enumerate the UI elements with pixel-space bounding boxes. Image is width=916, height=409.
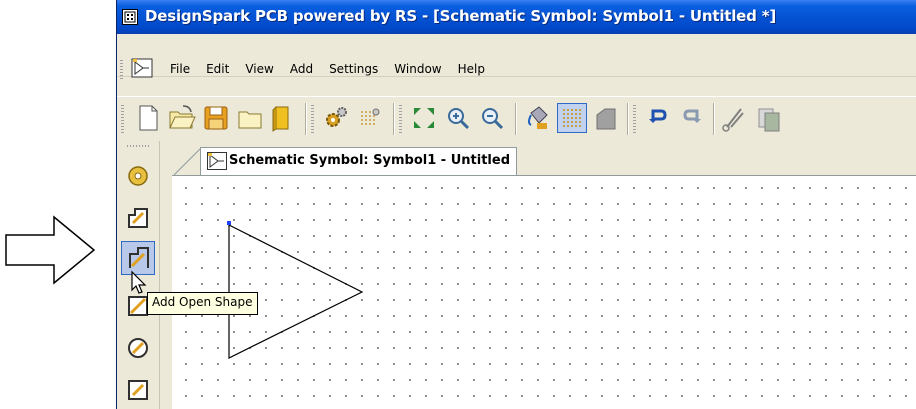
mouse-cursor-icon bbox=[131, 270, 147, 294]
tab-edge bbox=[174, 148, 201, 175]
menu-window[interactable]: Window bbox=[394, 62, 441, 76]
add-pin-icon[interactable] bbox=[125, 163, 151, 189]
library-icon[interactable] bbox=[267, 103, 297, 133]
undo-icon[interactable] bbox=[643, 103, 673, 133]
pcb-app-icon bbox=[122, 9, 138, 25]
menu-add[interactable]: Add bbox=[290, 62, 313, 76]
drawing-canvas[interactable] bbox=[172, 175, 916, 409]
menu-bar: File Edit View Add Settings Window Help bbox=[117, 34, 916, 80]
pointer-arrow-icon bbox=[5, 215, 96, 285]
toolbar-separator-4 bbox=[627, 103, 628, 135]
add-rectangle-icon[interactable] bbox=[125, 377, 151, 403]
window-title: DesignSpark PCB powered by RS - [Schemat… bbox=[145, 7, 777, 25]
schematic-tab-icon bbox=[207, 152, 227, 170]
toolbar-separator bbox=[305, 103, 306, 135]
toolbar-separator-3 bbox=[515, 103, 516, 135]
layer-icon[interactable] bbox=[591, 103, 621, 133]
redo-icon[interactable] bbox=[677, 103, 707, 133]
title-bar[interactable]: DesignSpark PCB powered by RS - [Schemat… bbox=[117, 0, 916, 34]
menu-items: File Edit View Add Settings Window Help bbox=[170, 62, 501, 76]
tab-schematic-symbol[interactable]: Schematic Symbol: Symbol1 - Untitled bbox=[200, 147, 518, 175]
add-closed-shape-icon[interactable] bbox=[125, 205, 151, 231]
document-tabs: Schematic Symbol: Symbol1 - Untitled bbox=[160, 141, 916, 175]
toolbar-separator-2 bbox=[393, 103, 394, 135]
open-folder-icon[interactable] bbox=[167, 103, 197, 133]
triangle-shape[interactable] bbox=[172, 176, 916, 409]
copy-icon[interactable] bbox=[753, 103, 783, 133]
settings-gears-icon[interactable] bbox=[321, 103, 351, 133]
save-icon[interactable] bbox=[201, 103, 231, 133]
menu-edit[interactable]: Edit bbox=[206, 62, 229, 76]
tab-label: Schematic Symbol: Symbol1 - Untitled bbox=[229, 153, 511, 168]
grid-settings-icon[interactable] bbox=[355, 103, 385, 133]
menu-view[interactable]: View bbox=[245, 62, 273, 76]
grid-toggle-button[interactable] bbox=[557, 103, 587, 133]
zoom-out-icon[interactable] bbox=[477, 103, 507, 133]
menu-file[interactable]: File bbox=[170, 62, 190, 76]
add-circle-icon[interactable] bbox=[125, 335, 151, 361]
app-window: DesignSpark PCB powered by RS - [Schemat… bbox=[116, 0, 916, 409]
toolbar-grip-3[interactable] bbox=[399, 105, 402, 133]
menu-settings[interactable]: Settings bbox=[329, 62, 378, 76]
shape-start-handle[interactable] bbox=[227, 221, 231, 225]
toolbar-grip-4[interactable] bbox=[633, 105, 636, 133]
zoom-fit-icon[interactable] bbox=[409, 103, 439, 133]
schematic-document-icon[interactable] bbox=[131, 58, 153, 78]
fill-bucket-icon[interactable] bbox=[523, 103, 553, 133]
tooltip: Add Open Shape bbox=[147, 292, 258, 315]
toolbar-grip[interactable] bbox=[121, 105, 124, 133]
main-toolbar bbox=[117, 96, 916, 142]
zoom-in-icon[interactable] bbox=[443, 103, 473, 133]
toolbar-grip-2[interactable] bbox=[311, 105, 314, 133]
toolbar-separator-5 bbox=[713, 103, 714, 135]
menu-help[interactable]: Help bbox=[458, 62, 485, 76]
close-document-icon[interactable] bbox=[235, 103, 265, 133]
left-toolbar-grip[interactable] bbox=[127, 145, 149, 147]
cut-icon[interactable] bbox=[719, 103, 749, 133]
new-document-icon[interactable] bbox=[133, 103, 163, 133]
menubar-grip[interactable] bbox=[120, 60, 123, 80]
grid-toggle-icon bbox=[563, 109, 581, 127]
